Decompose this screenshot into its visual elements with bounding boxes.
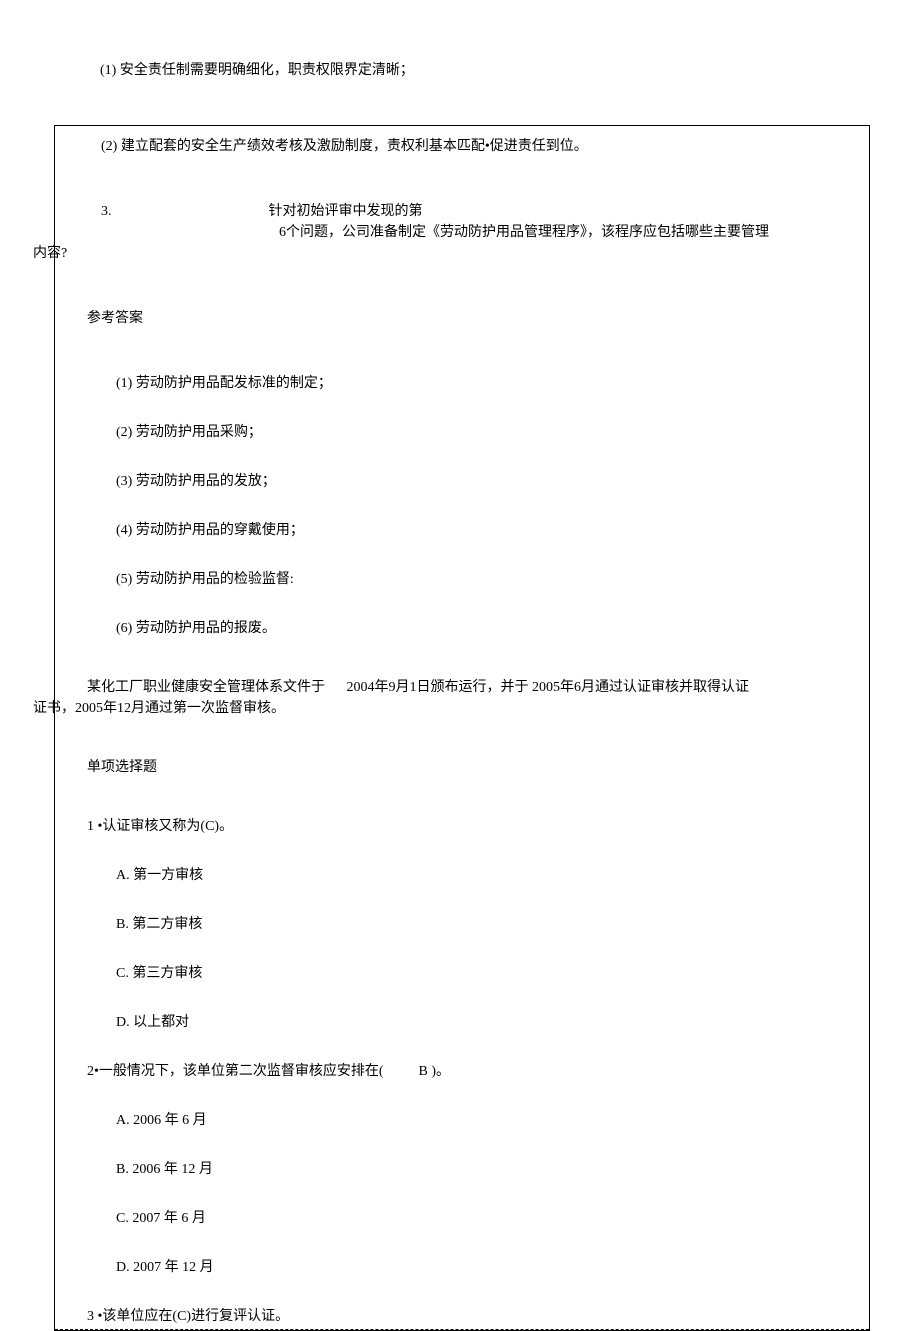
mcq-q2-opt-c: C. 2007 年 6 月 xyxy=(55,1208,869,1229)
mcq-q2-text: 2•一般情况下，该单位第二次监督审核应安排在( xyxy=(87,1061,415,1082)
numbered-item-2: (2) 建立配套的安全生产绩效考核及激励制度，责权利基本匹配•促进责任到位。 xyxy=(55,136,869,157)
answer-item-3: (3) 劳动防护用品的发放； xyxy=(55,471,869,492)
mcq-q3-row: 3 •该单位应在(C)进行复评认证。 xyxy=(55,1306,869,1330)
question-3-line1: 3. 针对初始评审中发现的第 xyxy=(55,201,869,222)
mcq-q3: 3 •该单位应在(C)进行复评认证。 xyxy=(87,1309,289,1324)
question-3-text-a: 针对初始评审中发现的第 xyxy=(269,204,423,219)
question-3-line2: 6个问题，公司准备制定《劳动防护用品管理程序》，该程序应包括哪些主要管理 xyxy=(55,222,869,243)
mcq-q2: 2•一般情况下，该单位第二次监督审核应安排在( B )。 xyxy=(55,1061,869,1082)
body-paragraph-2: 证书，2005年12月通过第一次监督审核。 xyxy=(33,698,869,719)
answer-item-4: (4) 劳动防护用品的穿戴使用； xyxy=(55,520,869,541)
answer-item-1: (1) 劳动防护用品配发标准的制定； xyxy=(55,373,869,394)
answer-item-6: (6) 劳动防护用品的报废。 xyxy=(55,618,869,639)
body-paragraph-1: 某化工厂职业健康安全管理体系文件于 2004年9月1日颁布运行，并于 2005年… xyxy=(55,677,869,698)
para1-part-b: 2004年9月1日颁布运行，并于 2005年6月通过认证审核并取得认证 xyxy=(347,680,750,695)
answer-item-2: (2) 劳动防护用品采购； xyxy=(55,422,869,443)
para1-part-a: 某化工厂职业健康安全管理体系文件于 xyxy=(87,677,343,698)
mcq-q1-opt-a: A. 第一方审核 xyxy=(55,865,869,886)
mcq-heading: 单项选择题 xyxy=(55,757,869,778)
question-3-suffix: 内容? xyxy=(33,243,869,264)
numbered-item-1: (1) 安全责任制需要明确细化，职责权限界定清晰； xyxy=(0,60,920,81)
document-page: (1) 安全责任制需要明确细化，职责权限界定清晰； (2) 建立配套的安全生产绩… xyxy=(0,0,920,1331)
mcq-q2-opt-d: D. 2007 年 12 月 xyxy=(55,1257,869,1278)
mcq-q1-opt-c: C. 第三方审核 xyxy=(55,963,869,984)
reference-answer-label: 参考答案 xyxy=(55,308,869,329)
mcq-q2-opt-b: B. 2006 年 12 月 xyxy=(55,1159,869,1180)
answer-item-5: (5) 劳动防护用品的检验监督: xyxy=(55,569,869,590)
mcq-q1-opt-d: D. 以上都对 xyxy=(55,1012,869,1033)
mcq-q1: 1 •认证审核又称为(C)。 xyxy=(55,816,869,837)
mcq-q2-answer: B )。 xyxy=(419,1064,451,1079)
question-number: 3. xyxy=(101,201,265,222)
content-box: (2) 建立配套的安全生产绩效考核及激励制度，责权利基本匹配•促进责任到位。 3… xyxy=(54,125,870,1331)
mcq-q1-opt-b: B. 第二方审核 xyxy=(55,914,869,935)
mcq-q2-opt-a: A. 2006 年 6 月 xyxy=(55,1110,869,1131)
